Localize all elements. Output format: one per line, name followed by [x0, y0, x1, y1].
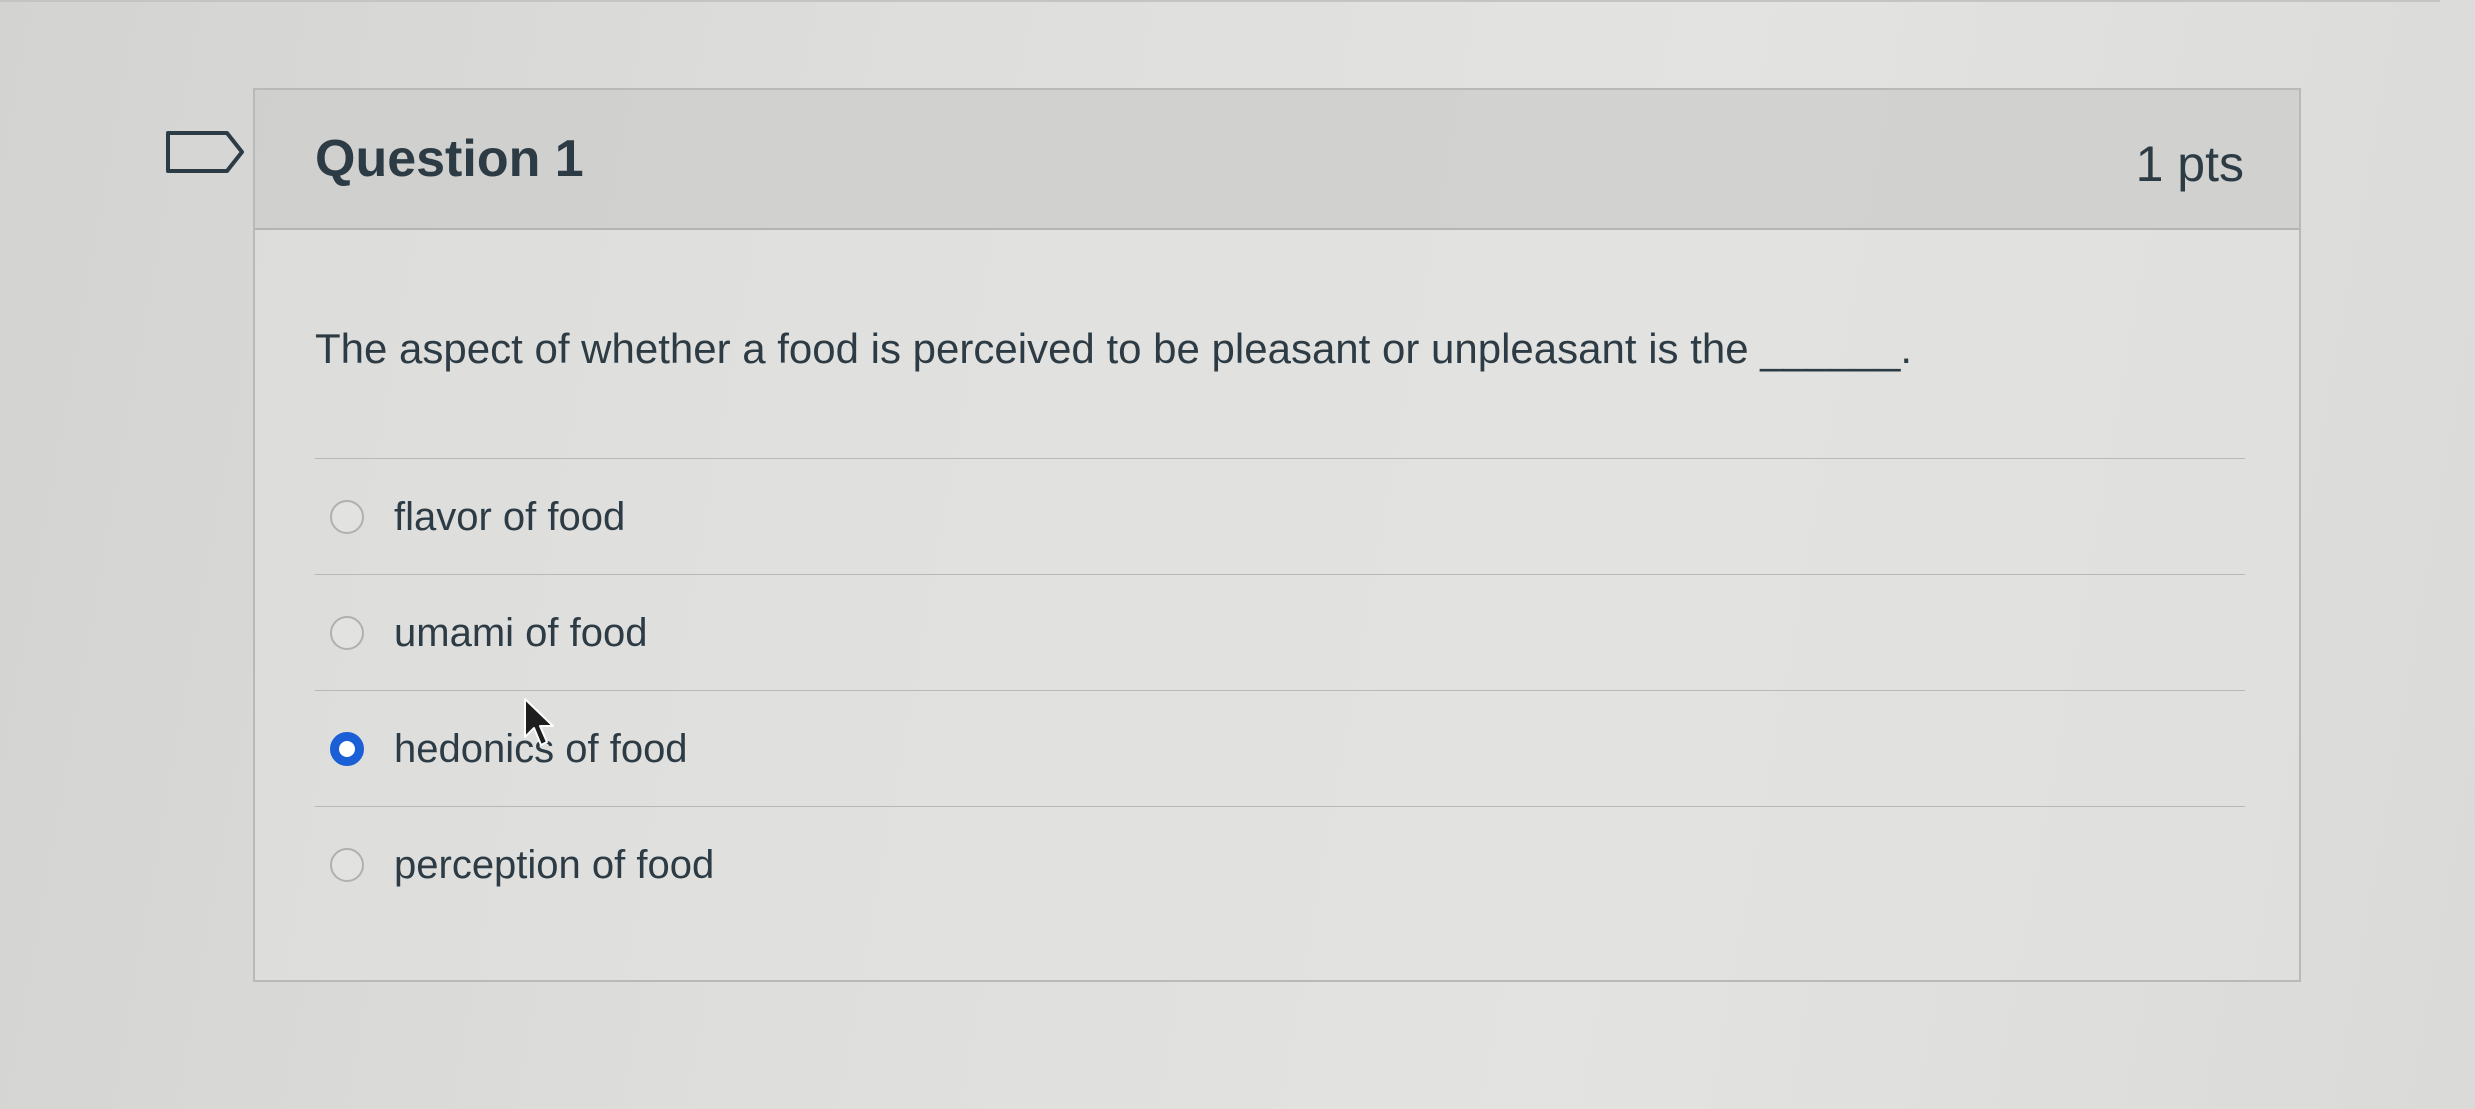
radio-button[interactable] [330, 847, 364, 882]
question-card: Question 1 1 pts The aspect of whether a… [253, 88, 2301, 982]
radio-button-selected[interactable] [330, 731, 364, 766]
answer-option-flavor[interactable]: flavor of food [315, 458, 2245, 574]
answer-label[interactable]: perception of food [394, 841, 714, 889]
question-title: Question 1 [315, 130, 584, 188]
answer-label[interactable]: flavor of food [394, 493, 625, 541]
answer-option-hedonics[interactable]: hedonics of food [315, 690, 2245, 806]
answer-option-perception[interactable]: perception of food [315, 806, 2245, 922]
question-text: The aspect of whether a food is perceive… [315, 325, 1913, 372]
answer-label[interactable]: hedonics of food [394, 725, 688, 773]
question-points: 1 pts [2135, 136, 2244, 192]
answer-option-umami[interactable]: umami of food [315, 574, 2245, 690]
top-divider [0, 0, 2440, 2]
flag-question-icon[interactable] [165, 130, 245, 174]
answer-label[interactable]: umami of food [394, 609, 647, 657]
radio-button[interactable] [330, 499, 364, 534]
question-header: Question 1 1 pts [255, 90, 2299, 230]
answer-list: flavor of food umami of food hedonics of… [315, 458, 2245, 922]
radio-button[interactable] [330, 615, 364, 650]
